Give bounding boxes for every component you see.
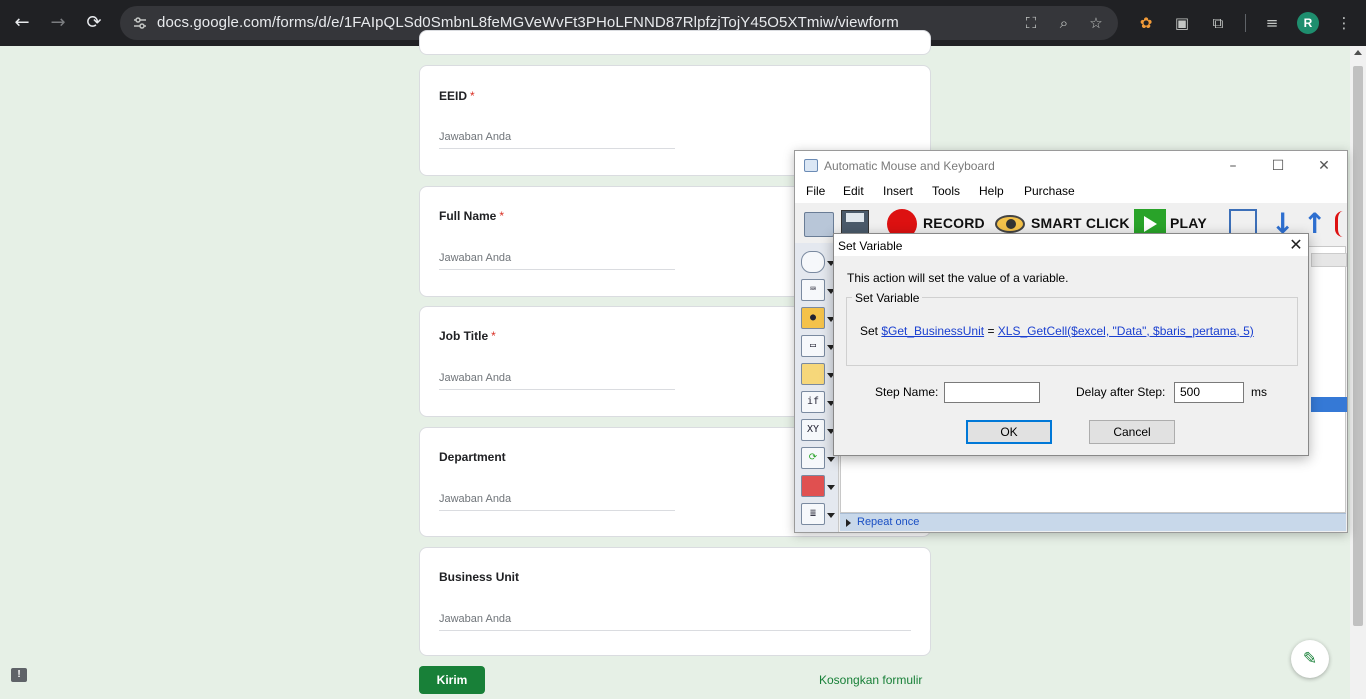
reload-icon[interactable]: ⟳ (82, 11, 106, 35)
record-button[interactable]: RECORD (923, 215, 985, 231)
cut-icon[interactable] (1335, 211, 1347, 237)
smart-click-button[interactable]: SMART CLICK (1031, 215, 1130, 231)
question-card-business-unit: Business Unit Jawaban Anda (419, 547, 931, 656)
zoom-icon[interactable]: ⌕ (1055, 14, 1073, 32)
dropdown-arrow-icon[interactable] (827, 485, 835, 490)
play-button[interactable]: PLAY (1170, 215, 1207, 231)
scroll-thumb[interactable] (1353, 66, 1363, 626)
mouse-action-icon[interactable] (801, 251, 825, 273)
answer-input[interactable]: Jawaban Anda (439, 248, 675, 270)
maximize-icon[interactable]: ☐ (1263, 157, 1293, 175)
extension-icon[interactable]: ✿ (1135, 12, 1157, 34)
file-action-icon[interactable] (801, 363, 825, 385)
dialog-title: Set Variable (838, 239, 903, 253)
group-label: Set Variable (852, 291, 923, 305)
amk-title: Automatic Mouse and Keyboard (824, 159, 995, 173)
expression-link[interactable]: XLS_GetCell($excel, "Data", $baris_perta… (998, 324, 1254, 338)
selected-step-row[interactable] (1311, 397, 1347, 412)
loop-refresh-icon[interactable]: ⟳ (801, 447, 825, 469)
question-title: EEID * (439, 89, 475, 103)
dropdown-arrow-icon[interactable] (827, 457, 835, 462)
variable-xy-icon[interactable]: XY (801, 419, 825, 441)
notes-action-icon[interactable]: ≣ (801, 503, 825, 525)
scroll-up-icon[interactable] (1354, 50, 1362, 55)
dialog-titlebar[interactable]: Set Variable ✕ (834, 234, 1308, 256)
delay-unit: ms (1251, 385, 1267, 399)
menu-insert[interactable]: Insert (883, 184, 913, 198)
misc-action-icon[interactable] (801, 475, 825, 497)
back-icon[interactable]: ← (10, 11, 34, 35)
menu-help[interactable]: Help (979, 184, 1004, 198)
close-icon[interactable]: ✕ (1309, 157, 1339, 175)
step-name-label: Step Name: (875, 385, 939, 399)
question-title: Department (439, 450, 506, 464)
answer-input[interactable]: Jawaban Anda (439, 609, 911, 631)
feedback-icon[interactable]: ! (11, 668, 27, 682)
answer-input[interactable]: Jawaban Anda (439, 489, 675, 511)
repeat-once-link[interactable]: Repeat once (857, 516, 919, 528)
expand-triangle-icon[interactable] (846, 519, 851, 527)
clear-form-link[interactable]: Kosongkan formulir (819, 673, 922, 687)
url-text: docs.google.com/forms/d/e/1FAIpQLSd0Smbn… (157, 14, 899, 31)
eye-action-icon[interactable]: ● (801, 307, 825, 329)
edit-pencil-icon[interactable]: ✎ (1291, 640, 1329, 678)
equals-sign: = (987, 324, 995, 338)
question-title: Job Title * (439, 329, 496, 343)
variable-link[interactable]: $Get_BusinessUnit (881, 324, 984, 338)
answer-input[interactable]: Jawaban Anda (439, 127, 675, 149)
forward-icon[interactable]: → (46, 11, 70, 35)
smart-click-eye-icon[interactable] (995, 215, 1025, 233)
extensions-puzzle-icon[interactable]: ⧉ (1207, 12, 1229, 34)
more-menu-icon[interactable]: ⋮ (1333, 12, 1355, 34)
ok-button[interactable]: OK (966, 420, 1052, 444)
dialog-description: This action will set the value of a vari… (847, 271, 1069, 285)
question-title: Business Unit (439, 570, 520, 584)
amk-menubar: File Edit Insert Tools Help Purchase (795, 181, 1347, 203)
amk-status-bar: Repeat once (840, 513, 1346, 531)
question-title: Full Name * (439, 209, 505, 223)
window-action-icon[interactable]: ▭ (801, 335, 825, 357)
bookmark-star-icon[interactable]: ☆ (1087, 14, 1105, 32)
question-card-previous (419, 30, 931, 55)
app-icon (804, 159, 818, 172)
menu-purchase[interactable]: Purchase (1024, 184, 1075, 198)
minimize-icon[interactable]: – (1218, 157, 1248, 175)
media-control-icon[interactable]: ≡ (1261, 12, 1283, 34)
site-info-icon[interactable] (132, 15, 148, 31)
open-folder-icon[interactable] (804, 212, 834, 237)
menu-tools[interactable]: Tools (932, 184, 960, 198)
close-icon[interactable]: ✕ (1286, 235, 1306, 255)
picture-in-picture-icon[interactable]: ▣ (1171, 12, 1193, 34)
delay-label: Delay after Step: (1076, 385, 1166, 399)
amk-titlebar[interactable]: Automatic Mouse and Keyboard – ☐ ✕ (795, 151, 1347, 181)
set-prefix: Set (860, 324, 879, 338)
set-statement: Set $Get_BusinessUnit = XLS_GetCell($exc… (860, 324, 1254, 338)
profile-avatar[interactable]: R (1297, 12, 1319, 34)
cancel-button[interactable]: Cancel (1089, 420, 1175, 444)
dropdown-arrow-icon[interactable] (827, 513, 835, 518)
menu-file[interactable]: File (806, 184, 825, 198)
keyboard-action-icon[interactable]: ⌨ (801, 279, 825, 301)
if-condition-icon[interactable]: if (801, 391, 825, 413)
set-variable-dialog: Set Variable ✕ This action will set the … (833, 233, 1309, 456)
answer-input[interactable]: Jawaban Anda (439, 368, 675, 390)
page-scrollbar[interactable] (1350, 46, 1366, 699)
menu-edit[interactable]: Edit (843, 184, 864, 198)
delay-field[interactable]: 500 (1174, 382, 1244, 403)
step-name-field[interactable] (944, 382, 1040, 403)
toolbar-divider (1245, 14, 1246, 32)
submit-button[interactable]: Kirim (419, 666, 485, 694)
list-column-header (1311, 253, 1347, 267)
translate-icon[interactable]: ⛶ (1022, 14, 1040, 32)
